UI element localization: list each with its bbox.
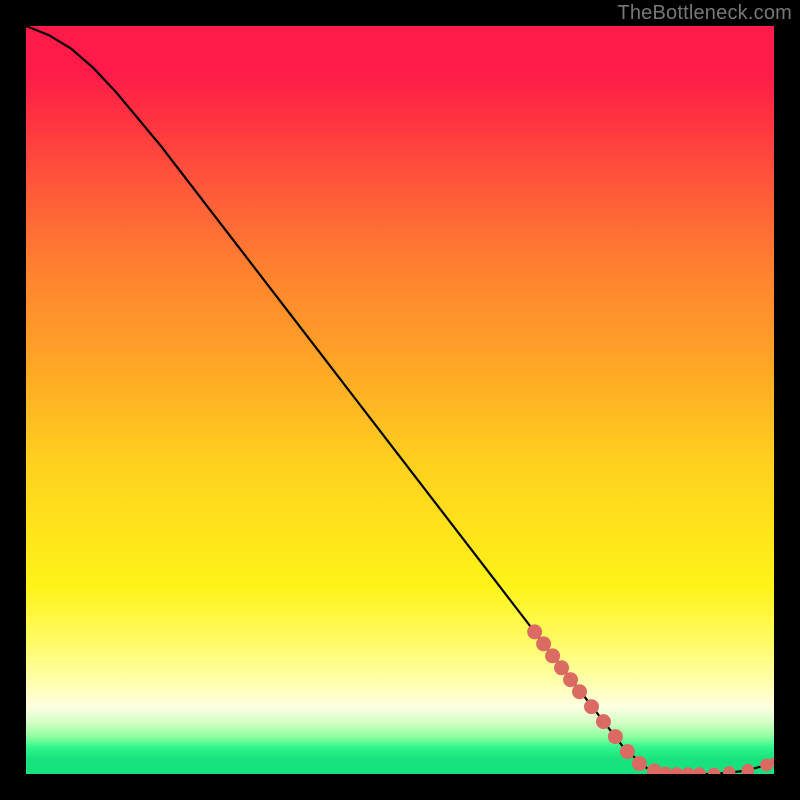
data-marker <box>708 768 721 774</box>
data-marker <box>554 660 569 675</box>
data-marker <box>596 714 611 729</box>
chart-stage: TheBottleneck.com <box>0 0 800 800</box>
data-curve <box>26 26 774 774</box>
data-marker <box>741 764 754 774</box>
plot-frame <box>26 26 774 774</box>
data-marker <box>632 756 647 771</box>
data-marker <box>692 767 705 774</box>
data-marker <box>527 624 542 639</box>
data-marker <box>536 636 551 651</box>
data-marker <box>572 684 587 699</box>
data-marker <box>563 672 578 687</box>
data-marker <box>723 766 736 774</box>
attribution-text: TheBottleneck.com <box>617 2 792 25</box>
data-marker <box>608 729 623 744</box>
data-marker <box>620 744 635 759</box>
chart-svg <box>26 26 774 774</box>
data-marker <box>584 699 599 714</box>
data-marker <box>545 648 560 663</box>
